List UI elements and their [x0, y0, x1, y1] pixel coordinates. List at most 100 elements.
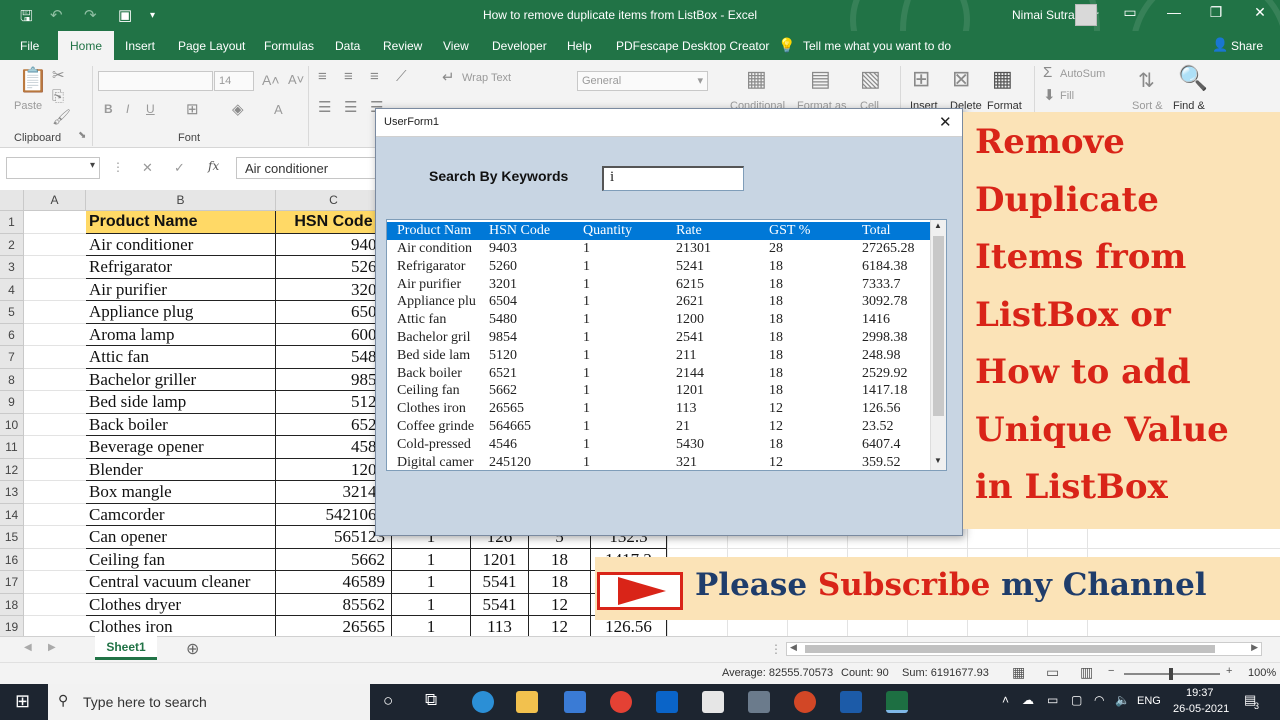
listbox-column-header[interactable]: Total	[862, 222, 925, 239]
zoom-level[interactable]: 100%	[1248, 667, 1276, 679]
excel-taskbar-icon[interactable]	[886, 691, 908, 713]
fill-button[interactable]: Fill	[1060, 90, 1074, 102]
cell-product-name[interactable]: Ceiling fan	[86, 548, 276, 571]
row-header[interactable]: 16	[0, 548, 24, 571]
youtube-play-icon[interactable]	[597, 572, 683, 610]
sort-filter-icon[interactable]: ⇅	[1138, 68, 1155, 93]
name-box[interactable]: ▾	[6, 157, 100, 179]
cell-hsn-code[interactable]: 85562	[276, 593, 392, 616]
align-left-icon[interactable]: ☰	[318, 98, 331, 116]
find-select-button[interactable]: Find &	[1173, 100, 1205, 112]
cell-product-name[interactable]: Appliance plug	[86, 301, 276, 324]
snip-icon[interactable]	[702, 691, 724, 713]
cell-product-name[interactable]: Air conditioner	[86, 233, 276, 256]
font-color-icon[interactable]: A	[274, 102, 283, 117]
results-listbox[interactable]: Product Nam HSN Code Quantity Rate GST % Tota…	[386, 219, 947, 471]
normal-view-icon[interactable]: ▦	[1012, 664, 1025, 681]
close-window-icon[interactable]: ✕	[1246, 4, 1274, 21]
scroll-right-arrow-icon[interactable]: ▶	[1251, 642, 1258, 653]
userform-close-button[interactable]: ✕	[939, 113, 952, 131]
paste-label[interactable]: Paste	[14, 100, 42, 112]
tab-view[interactable]: View	[443, 39, 469, 53]
store-icon[interactable]	[564, 691, 586, 713]
row-header[interactable]: 15	[0, 526, 24, 549]
listbox-column-header[interactable]: HSN Code	[489, 222, 581, 239]
row-header[interactable]: 13	[0, 481, 24, 504]
row-header[interactable]: 7	[0, 346, 24, 369]
save-icon[interactable]: 🖫	[20, 6, 33, 31]
fill-color-icon[interactable]: ◈	[232, 100, 244, 118]
listbox-vertical-scrollbar[interactable]: ▲ ▼	[930, 220, 946, 470]
taskbar-search[interactable]: ⚲ Type here to search	[48, 684, 370, 720]
conditional-format-icon[interactable]: ▦	[746, 66, 767, 92]
cell-product-name[interactable]: Clothes dryer	[86, 593, 276, 616]
cell-product-name[interactable]: Central vacuum cleaner	[86, 571, 276, 594]
orientation-icon[interactable]: ⟋	[396, 68, 407, 85]
share-icon[interactable]: 👤	[1212, 37, 1228, 53]
cortana-icon[interactable]: ○	[383, 691, 393, 711]
form-icon[interactable]: ▣	[118, 6, 132, 24]
language-indicator[interactable]: ENG	[1137, 695, 1161, 707]
listbox-row[interactable]: Refrigarator 5260 1 5241 18 6184.38	[387, 258, 930, 276]
cell-product-name[interactable]: Clothes iron	[86, 616, 276, 636]
tab-file[interactable]: File	[20, 39, 39, 53]
userform-title-bar[interactable]: UserForm1 ✕	[376, 109, 962, 137]
cell-quantity[interactable]: 1	[392, 548, 471, 571]
cancel-icon[interactable]: ✕	[142, 160, 153, 176]
listbox-column-header[interactable]: Quantity	[583, 222, 674, 239]
zoom-slider-thumb[interactable]	[1169, 668, 1173, 680]
bold-icon[interactable]: B	[104, 102, 113, 116]
row-header[interactable]: 6	[0, 323, 24, 346]
listbox-row[interactable]: Back boiler 6521 1 2144 18 2529.92	[387, 365, 930, 383]
formula-input[interactable]: Air conditioner	[236, 157, 376, 179]
copy-icon[interactable]: ⎘	[52, 88, 64, 105]
align-middle-icon[interactable]: ≡	[344, 68, 353, 85]
zoom-in-icon[interactable]: +	[1226, 665, 1232, 677]
listbox-row[interactable]: Attic fan 5480 1 1200 18 1416	[387, 311, 930, 329]
fill-icon[interactable]: ⬇	[1043, 86, 1056, 104]
cell-quantity[interactable]: 1	[392, 593, 471, 616]
powerpoint-icon[interactable]	[794, 691, 816, 713]
tab-help[interactable]: Help	[567, 39, 592, 53]
find-select-icon[interactable]: 🔍	[1178, 64, 1208, 93]
cell-quantity[interactable]: 1	[392, 571, 471, 594]
add-sheet-icon[interactable]: ⊕	[186, 639, 199, 659]
chrome-icon[interactable]	[610, 691, 632, 713]
row-header[interactable]: 5	[0, 301, 24, 324]
tell-me-search[interactable]: Tell me what you want to do	[803, 39, 951, 53]
cell-product-name[interactable]: Refrigarator	[86, 256, 276, 279]
enter-icon[interactable]: ✓	[174, 160, 185, 176]
number-format-select[interactable]: General ▾	[577, 71, 708, 91]
row-header[interactable]: 1	[0, 211, 24, 234]
insert-function-icon[interactable]: fx	[208, 159, 219, 173]
file-explorer-icon[interactable]	[516, 691, 538, 713]
cell-rate[interactable]: 1201	[471, 548, 529, 571]
tab-data[interactable]: Data	[335, 39, 360, 53]
clipboard-launcher-icon[interactable]: ⬊	[78, 130, 86, 141]
cell-gst[interactable]: 12	[529, 593, 591, 616]
font-name-box[interactable]	[98, 71, 213, 91]
clock-time[interactable]: 19:37	[1186, 687, 1214, 699]
scroll-left-arrow-icon[interactable]: ◀	[790, 642, 797, 653]
redo-icon[interactable]: ↷	[84, 6, 97, 24]
scroll-down-icon[interactable]: ▼	[934, 456, 942, 465]
listbox-row[interactable]: Bed side lam 5120 1 211 18 248.98	[387, 347, 930, 365]
cell-hsn-code[interactable]: 5662	[276, 548, 392, 571]
customize-qat-icon[interactable]: ▾	[150, 10, 155, 21]
cell-rate[interactable]: 5541	[471, 571, 529, 594]
listbox-row[interactable]: Cold-pressed 4546 1 5430 18 6407.4	[387, 436, 930, 454]
row-header[interactable]: 17	[0, 571, 24, 594]
listbox-row[interactable]: Bachelor gril 9854 1 2541 18 2998.38	[387, 329, 930, 347]
listbox-row[interactable]: Appliance plu 6504 1 2621 18 3092.78	[387, 293, 930, 311]
tab-formulas[interactable]: Formulas	[264, 39, 314, 53]
format-cells-button[interactable]: Format	[987, 100, 1022, 112]
share-button[interactable]: Share	[1231, 39, 1263, 53]
listbox-row[interactable]: Clothes iron 26565 1 113 12 126.56	[387, 400, 930, 418]
minimize-icon[interactable]: —	[1160, 4, 1188, 20]
undo-icon[interactable]: ↶	[50, 6, 63, 24]
column-header-b[interactable]: B	[86, 190, 276, 211]
paste-icon[interactable]: 📋	[18, 66, 48, 95]
tab-page-layout[interactable]: Page Layout	[178, 39, 245, 53]
photos-icon[interactable]	[840, 691, 862, 713]
column-header-a[interactable]: A	[24, 190, 86, 211]
